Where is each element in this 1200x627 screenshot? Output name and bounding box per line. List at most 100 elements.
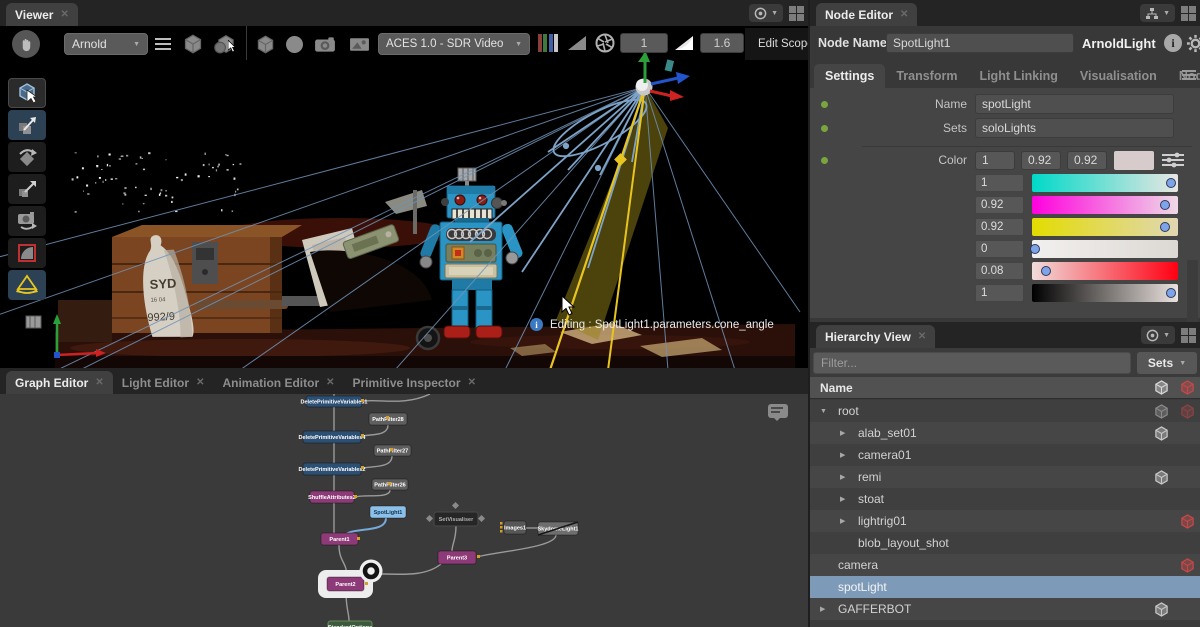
slider-value[interactable]: 0.92 [975, 196, 1024, 214]
tool-select[interactable] [8, 78, 46, 108]
shield-cube-icon[interactable] [1148, 404, 1174, 419]
slider-handle[interactable] [1030, 244, 1040, 254]
shield-cube-icon[interactable] [1148, 426, 1174, 441]
geometry-button[interactable] [252, 31, 278, 57]
comment-icon[interactable] [768, 404, 788, 418]
expander-icon[interactable]: ▶ [840, 517, 858, 525]
expander-icon[interactable]: ▶ [820, 605, 838, 613]
color-b-input[interactable]: 0.92 [1067, 151, 1107, 170]
hierarchy-row-blob_layout_shot[interactable]: blob_layout_shot [810, 532, 1200, 554]
renderer-dropdown[interactable]: Arnold ▼ [64, 33, 148, 55]
slider-value[interactable]: 1 [975, 284, 1024, 302]
node-name-input[interactable]: SpotLight1 [886, 33, 1074, 53]
exposure-input[interactable]: 1 [620, 33, 668, 53]
tab-hierarchy-view[interactable]: Hierarchy View ✕ [816, 325, 935, 348]
hierarchy-row-spotLight[interactable]: spotLight [810, 576, 1200, 598]
sphere-button[interactable] [281, 31, 307, 57]
layout-grid-icon[interactable] [1181, 328, 1196, 343]
shield-cube-icon[interactable] [1148, 380, 1174, 395]
hierarchy-row-camera[interactable]: camera [810, 554, 1200, 576]
close-icon[interactable]: ✕ [326, 377, 334, 388]
hierarchy-row-stoat[interactable]: ▶stoat [810, 488, 1200, 510]
slider-track[interactable] [1032, 262, 1178, 280]
filter-input[interactable]: Filter... [813, 352, 1131, 374]
expander-icon[interactable]: ▶ [840, 473, 858, 481]
tab-light-linking[interactable]: Light Linking [968, 64, 1068, 88]
channels-button[interactable] [536, 32, 560, 54]
close-icon[interactable]: ✕ [468, 377, 476, 388]
sets-field-input[interactable]: soloLights [975, 118, 1174, 138]
tab-animation-editor[interactable]: Animation Editor✕ [213, 371, 343, 394]
tab-viewer[interactable]: Viewer ✕ [6, 3, 78, 26]
gear-icon[interactable] [1186, 34, 1200, 53]
red-cube-icon[interactable] [1174, 380, 1200, 395]
tool-light-edit[interactable] [8, 270, 46, 300]
layout-grid-icon[interactable] [789, 6, 804, 21]
tool-camera[interactable] [8, 206, 46, 236]
tab-light-editor[interactable]: Light Editor✕ [113, 371, 214, 394]
tab-primitive-inspector[interactable]: Primitive Inspector✕ [344, 371, 485, 394]
hierarchy-row-remi[interactable]: ▶remi [810, 466, 1200, 488]
close-icon[interactable]: ✕ [95, 377, 103, 388]
tab-visualisation[interactable]: Visualisation [1069, 64, 1168, 88]
color-r-input[interactable]: 1 [975, 151, 1015, 170]
slider-track[interactable] [1032, 174, 1178, 192]
red-cube-icon[interactable] [1174, 558, 1200, 573]
hierarchy-row-lightrig01[interactable]: ▶lightrig01 [810, 510, 1200, 532]
close-icon[interactable]: ✕ [900, 9, 908, 20]
plug-dot[interactable] [821, 157, 828, 164]
tabs-menu-icon[interactable] [1182, 70, 1196, 80]
edit-scope-button[interactable]: Edit Scope [745, 28, 808, 60]
plug-dot[interactable] [821, 125, 828, 132]
slider-handle[interactable] [1160, 200, 1170, 210]
slider-value[interactable]: 0 [975, 240, 1024, 258]
info-icon[interactable]: i [1164, 34, 1182, 52]
gamma-toggle[interactable] [672, 32, 696, 54]
camera-button[interactable] [310, 31, 340, 57]
expander-icon[interactable]: ▶ [840, 495, 858, 503]
slider-handle[interactable] [1166, 288, 1176, 298]
slider-track[interactable] [1032, 196, 1178, 214]
slider-value[interactable]: 1 [975, 174, 1024, 192]
focus-ring[interactable] [360, 560, 383, 583]
exposure-toggle[interactable] [565, 32, 589, 54]
hierarchy-row-alab_set01[interactable]: ▶alab_set01 [810, 422, 1200, 444]
render-pass-button[interactable] [344, 31, 374, 57]
slider-value[interactable]: 0.08 [975, 262, 1024, 280]
shield-cube-icon[interactable] [1148, 470, 1174, 485]
tool-rotate[interactable] [8, 142, 46, 172]
viewport[interactable]: SYD 16 04 992/9 [0, 26, 808, 368]
hierarchy-row-camera01[interactable]: ▶camera01 [810, 444, 1200, 466]
plug-dot[interactable] [821, 101, 828, 108]
shading-cube-button[interactable] [180, 31, 206, 57]
pan-button[interactable] [12, 30, 40, 58]
red-cube-icon[interactable] [1174, 404, 1200, 419]
slider-track[interactable] [1032, 218, 1178, 236]
slider-track[interactable] [1032, 240, 1178, 258]
slider-handle[interactable] [1166, 178, 1176, 188]
close-icon[interactable]: ✕ [60, 9, 68, 20]
graph-canvas[interactable]: DeletePrimitiveVariables1PathFilter28Del… [0, 394, 808, 627]
shield-cube-icon[interactable] [1148, 602, 1174, 617]
tool-crop-window[interactable] [8, 238, 46, 268]
hierarchy-row-GAFFERBOT[interactable]: ▶GAFFERBOT [810, 598, 1200, 620]
expander-icon[interactable]: ▶ [840, 451, 858, 459]
sets-dropdown-button[interactable]: Sets ▼ [1137, 352, 1197, 374]
tab-node-editor[interactable]: Node Editor ✕ [816, 3, 917, 26]
close-icon[interactable]: ✕ [196, 377, 204, 388]
hierarchy-row-root[interactable]: ▼root [810, 400, 1200, 422]
aperture-button[interactable] [593, 31, 617, 55]
slider-handle[interactable] [1160, 222, 1170, 232]
name-column-header[interactable]: Name [820, 381, 1148, 395]
slider-handle[interactable] [1041, 266, 1051, 276]
display-transform-dropdown[interactable]: ACES 1.0 - SDR Video ▼ [378, 33, 530, 55]
close-icon[interactable]: ✕ [918, 331, 926, 342]
slider-track[interactable] [1032, 284, 1178, 302]
color-swatch[interactable] [1114, 151, 1154, 170]
tool-translate[interactable] [8, 110, 46, 140]
node-set-menu[interactable]: ▼ [1140, 4, 1175, 22]
name-field-input[interactable]: spotLight [975, 94, 1174, 114]
hierarchy-scope-menu[interactable]: ▼ [1141, 326, 1175, 344]
color-g-input[interactable]: 0.92 [1021, 151, 1061, 170]
viewer-settings-menu[interactable]: ▼ [749, 4, 783, 22]
